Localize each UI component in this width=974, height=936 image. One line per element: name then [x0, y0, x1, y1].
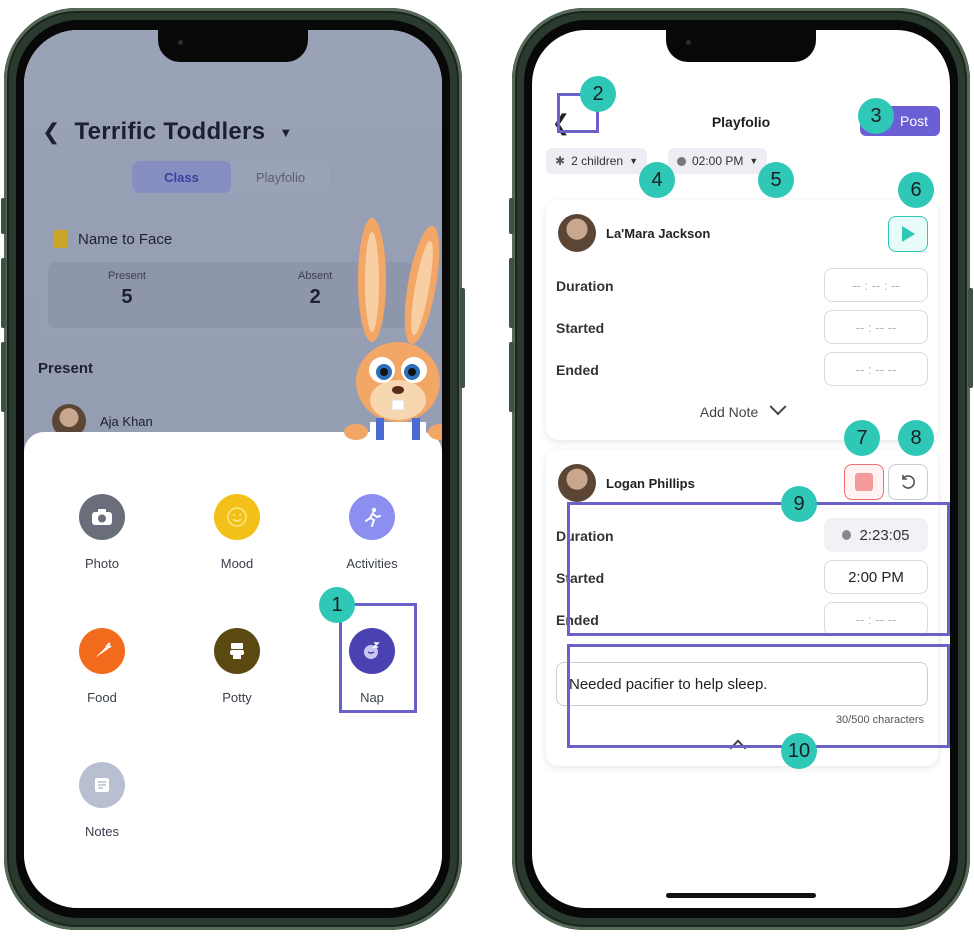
activity-photo[interactable]: Photo	[52, 494, 152, 571]
children-selector[interactable]: ✱ 2 children ▼	[546, 148, 648, 174]
mute-switch	[1, 198, 6, 234]
power-button	[968, 288, 973, 388]
callout-2: 2	[580, 76, 616, 112]
activity-activities[interactable]: Activities	[322, 494, 422, 571]
callout-7: 7	[844, 420, 880, 456]
activity-label: Activities	[346, 556, 398, 571]
home-indicator	[666, 893, 816, 898]
present-count: 5	[121, 286, 133, 308]
add-note-label: Add Note	[699, 404, 759, 420]
mute-switch	[509, 198, 514, 234]
add-note-toggle[interactable]: Add Note	[546, 398, 938, 420]
started-field[interactable]: -- : -- --	[824, 310, 928, 344]
toilet-icon	[214, 628, 260, 674]
activity-potty[interactable]: Potty	[187, 628, 287, 705]
children-icon: ✱	[555, 154, 566, 168]
ended-field[interactable]: -- : -- --	[824, 352, 928, 386]
activity-notes[interactable]: Notes	[52, 762, 152, 839]
stop-icon	[855, 473, 873, 491]
activity-label: Notes	[85, 824, 119, 839]
duration-field[interactable]: -- : -- : --	[824, 268, 928, 302]
callout-8: 8	[898, 420, 934, 456]
tab-playfolio[interactable]: Playfolio	[231, 161, 330, 193]
undo-icon	[902, 475, 915, 489]
callout-9: 9	[781, 486, 817, 522]
activity-label: Photo	[85, 556, 119, 571]
callout-5: 5	[758, 162, 794, 198]
time-value: 02:00 PM	[692, 154, 744, 168]
name-to-face-title: Name to Face	[78, 230, 173, 248]
class-header: ❮ Terrific Toddlers ▼	[42, 118, 292, 146]
time-selector[interactable]: 02:00 PM ▼	[668, 148, 768, 174]
activity-mood[interactable]: Mood	[187, 494, 287, 571]
children-count: 2 children	[571, 154, 624, 168]
callout-4: 4	[639, 162, 675, 198]
right-phone-frame: ❮ Playfolio Post ✱ 2 children ▼ 02:00 PM…	[509, 8, 973, 930]
volume-down-button	[1, 342, 6, 412]
stop-button[interactable]	[844, 464, 884, 500]
back-chevron-icon[interactable]: ❮	[42, 119, 60, 145]
activity-label: Potty	[222, 690, 252, 705]
absent-count: 2	[309, 286, 321, 308]
name-to-face-header: Name to Face	[54, 230, 172, 248]
dropdown-caret-icon[interactable]: ▼	[279, 125, 292, 140]
power-button	[460, 288, 465, 388]
child-name: Logan Phillips	[606, 476, 695, 491]
bunny-mascot	[344, 218, 442, 440]
activity-label: Food	[87, 690, 117, 705]
duration-label: Duration	[556, 278, 614, 294]
timer-fields-highlight-box	[567, 502, 950, 636]
note-highlight-box	[567, 644, 950, 748]
avatar	[558, 464, 596, 502]
volume-up-button	[1, 258, 6, 328]
child-name: Aja Khan	[100, 413, 153, 429]
absent-summary-label: Absent	[298, 270, 333, 282]
avatar	[558, 214, 596, 252]
present-heading: Present	[38, 360, 94, 377]
ended-label: Ended	[556, 362, 599, 378]
camera-icon	[79, 494, 125, 540]
activity-label: Mood	[220, 556, 254, 571]
activity-food[interactable]: Food	[52, 628, 152, 705]
volume-up-button	[509, 258, 514, 328]
dropdown-caret-icon: ▼	[749, 156, 759, 166]
clock-icon	[677, 156, 686, 166]
volume-down-button	[509, 342, 514, 412]
notch	[158, 30, 308, 62]
tab-class[interactable]: Class	[132, 161, 231, 193]
chevron-down-icon	[769, 398, 787, 416]
class-tabs: Class Playfolio	[132, 161, 330, 193]
callout-6: 6	[898, 172, 934, 208]
clipboard-icon	[54, 230, 68, 248]
callout-3: 3	[858, 98, 894, 134]
left-screen: ❮ Terrific Toddlers ▼ Class Playfolio Na…	[24, 30, 442, 908]
play-icon	[902, 226, 915, 242]
start-button[interactable]	[888, 216, 928, 252]
dropdown-caret-icon: ▼	[629, 156, 639, 166]
running-person-icon	[349, 494, 395, 540]
smiley-icon	[214, 494, 260, 540]
absent-summary: Absent 2	[298, 270, 332, 309]
present-summary: Present 5	[108, 270, 146, 309]
started-label: Started	[556, 320, 605, 336]
notch	[666, 30, 816, 62]
present-summary-label: Present	[108, 270, 146, 282]
class-title[interactable]: Terrific Toddlers	[74, 118, 265, 146]
child-card-lamara: La'Mara Jackson Duration -- : -- : -- St…	[546, 200, 938, 440]
callout-10: 10	[781, 733, 817, 769]
carrot-icon	[79, 628, 125, 674]
note-icon	[79, 762, 125, 808]
nap-highlight-box	[339, 603, 417, 713]
child-name: La'Mara Jackson	[606, 226, 711, 241]
reset-button[interactable]	[888, 464, 928, 500]
callout-1: 1	[319, 587, 355, 623]
left-phone-frame: ❮ Terrific Toddlers ▼ Class Playfolio Na…	[1, 8, 465, 930]
right-screen: ❮ Playfolio Post ✱ 2 children ▼ 02:00 PM…	[532, 30, 950, 908]
